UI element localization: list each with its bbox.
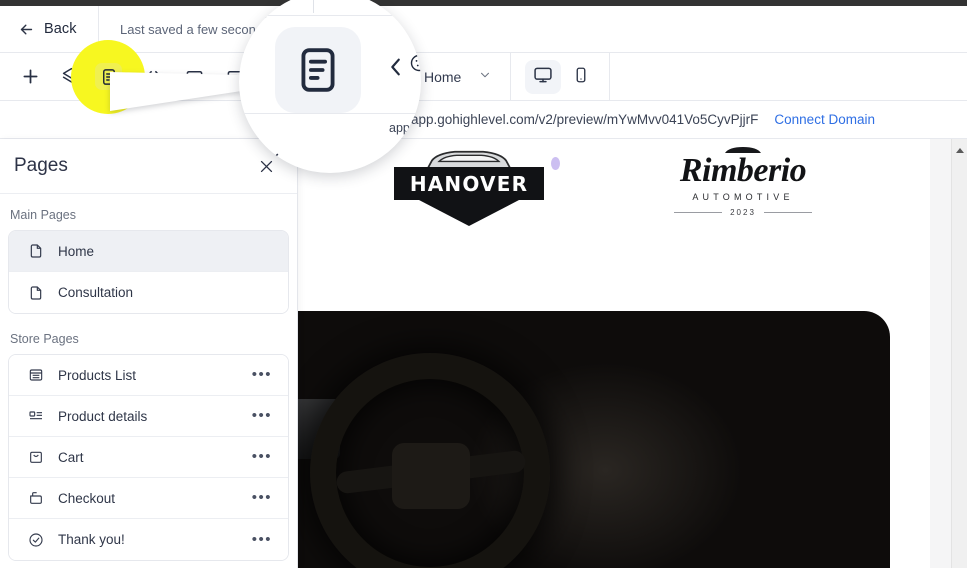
sidebar-item-home[interactable]: Home xyxy=(9,231,288,272)
products-list-icon xyxy=(27,367,44,384)
rule-left xyxy=(674,212,723,213)
preview-url[interactable]: app.gohighlevel.com/v2/preview/mYwMvv041… xyxy=(411,112,758,127)
mobile-view-button[interactable] xyxy=(563,60,599,94)
callout-divider-mid xyxy=(239,113,421,114)
store-pages-group: Products List ••• Product details ••• Ca… xyxy=(8,354,289,561)
checkout-wallet-icon xyxy=(27,490,44,507)
pages-panel-header: Pages xyxy=(0,139,297,194)
rimberio-wordmark: Rimberio xyxy=(679,152,807,189)
desktop-icon xyxy=(533,65,553,90)
main-pages-group: Home Consultation xyxy=(8,230,289,314)
sidebar-item-product-details[interactable]: Product details ••• xyxy=(9,396,288,437)
canvas-gutter xyxy=(930,139,951,568)
layers-icon xyxy=(62,67,81,86)
cart-icon xyxy=(27,449,44,466)
device-toggle-group xyxy=(511,53,611,101)
sidebar-item-label: Checkout xyxy=(58,490,116,506)
hanover-logo: HANOVER xyxy=(394,145,544,240)
add-element-button[interactable] xyxy=(10,53,51,101)
row-more-menu-button[interactable]: ••• xyxy=(248,367,276,382)
sidebar-item-consultation[interactable]: Consultation xyxy=(9,272,288,313)
group-label-store-pages: Store Pages xyxy=(10,332,79,346)
back-button[interactable]: Back xyxy=(0,5,99,53)
back-label: Back xyxy=(44,21,77,37)
row-more-menu-button[interactable]: ••• xyxy=(248,408,276,423)
row-more-menu-button[interactable]: ••• xyxy=(248,532,276,547)
page-file-icon xyxy=(27,243,44,260)
sidebar-item-thank-you[interactable]: Thank you! ••• xyxy=(9,519,288,560)
scroll-up-arrow-icon[interactable] xyxy=(952,143,967,157)
desktop-view-button[interactable] xyxy=(525,60,562,94)
callout-saved-fragment: conds xyxy=(239,7,268,21)
arrow-left-icon xyxy=(18,21,35,38)
product-details-icon xyxy=(27,408,44,425)
pages-panel-title: Pages xyxy=(14,155,68,176)
rimberio-logo: Rimberio AUTOMOTIVE 2023 xyxy=(653,145,833,217)
sidebar-item-cart[interactable]: Cart ••• xyxy=(9,437,288,478)
hero-wheel-hub xyxy=(392,443,470,509)
pages-panel: Pages Main Pages Home Consultation Store… xyxy=(0,139,298,568)
row-more-menu-button[interactable]: ••• xyxy=(248,490,276,505)
row-more-menu-button[interactable]: ••• xyxy=(248,449,276,464)
chevron-left-icon[interactable] xyxy=(385,53,407,81)
mobile-icon xyxy=(572,66,590,89)
cookie-icon[interactable] xyxy=(409,53,421,73)
selection-dot xyxy=(551,157,560,170)
sidebar-item-label: Home xyxy=(58,243,95,259)
callout-tick xyxy=(313,0,314,13)
page-file-icon xyxy=(27,284,44,301)
rimberio-tagline: AUTOMOTIVE xyxy=(692,192,794,202)
sidebar-item-label: Cart xyxy=(58,449,84,465)
sidebar-item-label: Consultation xyxy=(58,285,134,300)
page-selector-value: Home xyxy=(424,69,462,85)
sidebar-item-products-list[interactable]: Products List ••• xyxy=(9,355,288,396)
document-pages-icon xyxy=(293,41,343,99)
rule-right xyxy=(763,212,812,213)
magnified-pages-button[interactable] xyxy=(275,27,361,113)
editor-header: Back Last saved a few seconds xyxy=(0,5,967,53)
last-saved-status: Last saved a few seconds xyxy=(120,21,270,37)
sidebar-item-label: Product details xyxy=(58,408,148,424)
sidebar-item-checkout[interactable]: Checkout ••• xyxy=(9,478,288,519)
callout-url-fragment: app.g xyxy=(389,121,421,135)
hanover-wordmark: HANOVER xyxy=(409,171,529,196)
rimberio-year-row: 2023 xyxy=(653,208,833,217)
sidebar-item-label: Products List xyxy=(58,367,137,383)
page-builder-screen: Back Last saved a few seconds Home app.g… xyxy=(0,0,967,568)
check-circle-icon xyxy=(27,531,44,548)
canvas-scrollbar[interactable] xyxy=(951,139,967,568)
chevron-down-icon xyxy=(478,68,492,87)
hanover-shield-point xyxy=(419,200,519,226)
layers-button[interactable] xyxy=(51,53,92,101)
sidebar-item-label: Thank you! xyxy=(58,532,125,547)
group-label-main-pages: Main Pages xyxy=(10,208,77,222)
plus-icon xyxy=(20,66,41,87)
callout-close-glyph: ✕ xyxy=(267,151,281,168)
hanover-band: HANOVER xyxy=(394,167,544,200)
rimberio-year: 2023 xyxy=(730,208,756,217)
pages-panel-body: Main Pages Home Consultation Store Pages… xyxy=(0,194,297,568)
connect-domain-link[interactable]: Connect Domain xyxy=(774,112,875,127)
